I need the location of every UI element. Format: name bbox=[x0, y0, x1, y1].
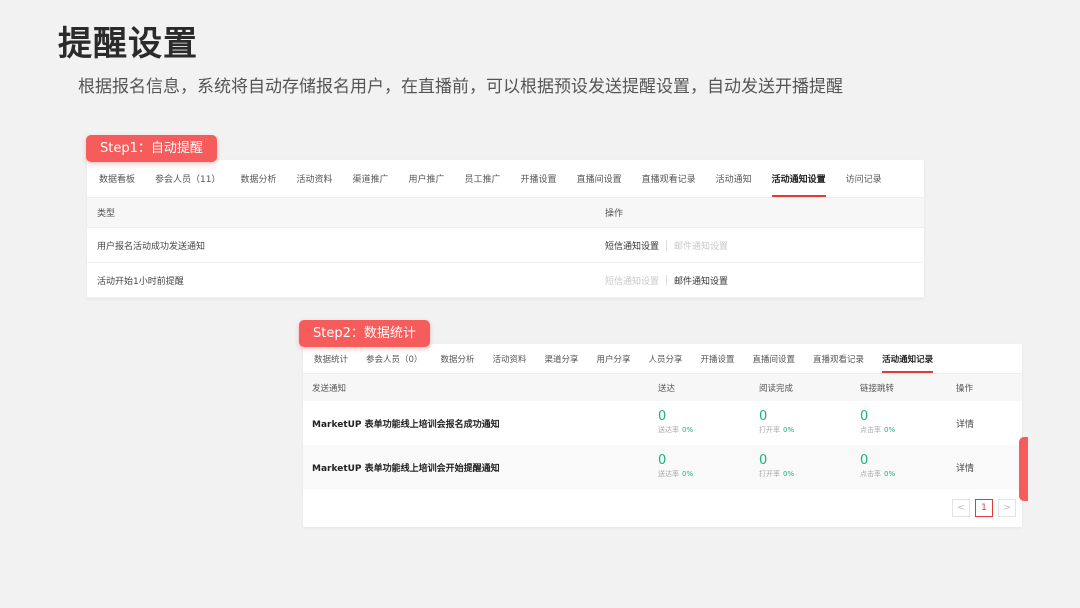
read-count: 0 bbox=[759, 409, 768, 424]
step1-table-header: 类型 操作 bbox=[87, 198, 924, 228]
delivered-rate-label: 送达率 bbox=[658, 470, 679, 478]
tab-event-notifications[interactable]: 活动通知 bbox=[716, 160, 752, 197]
click-rate-label: 点击率 bbox=[860, 426, 881, 434]
delivered-rate: 0% bbox=[682, 426, 694, 434]
tab-notification-records[interactable]: 活动通知记录 bbox=[882, 344, 934, 373]
step1-tab-bar: 数据看板 参会人员（11） 数据分析 活动资料 渠道推广 用户推广 员工推广 开… bbox=[87, 160, 924, 198]
tab-channel-promotion[interactable]: 渠道推广 bbox=[353, 160, 389, 197]
page-subtitle: 根据报名信息，系统将自动存储报名用户，在直播前，可以根据预设发送提醒设置，自动发… bbox=[78, 77, 843, 97]
header-action: 操作 bbox=[605, 209, 624, 219]
header-notification: 发送通知 bbox=[312, 383, 347, 394]
tab-user-promotion[interactable]: 用户推广 bbox=[409, 160, 445, 197]
step2-panel: 数据统计 参会人员（0） 数据分析 活动资料 渠道分享 用户分享 人员分享 开播… bbox=[303, 344, 1022, 527]
side-feedback-tab[interactable] bbox=[1019, 437, 1028, 501]
notification-name: MarketUP 表单功能线上培训会开始提醒通知 bbox=[312, 463, 500, 474]
header-type: 类型 bbox=[97, 209, 116, 219]
step1-panel: 数据看板 参会人员（11） 数据分析 活动资料 渠道推广 用户推广 员工推广 开… bbox=[87, 160, 924, 298]
tab-data-analysis[interactable]: 数据分析 bbox=[440, 344, 474, 373]
click-rate-label: 点击率 bbox=[860, 470, 881, 478]
tab-watch-records[interactable]: 直播观看记录 bbox=[642, 160, 696, 197]
page-title: 提醒设置 bbox=[58, 24, 198, 64]
table-row: 用户报名活动成功发送通知 短信通知设置 邮件通知设置 bbox=[87, 228, 924, 263]
delivered-rate-label: 送达率 bbox=[658, 426, 679, 434]
tab-visit-records[interactable]: 访问记录 bbox=[846, 160, 882, 197]
detail-link[interactable]: 详情 bbox=[956, 464, 974, 474]
step1-tag: Step1：自动提醒 bbox=[86, 135, 217, 162]
header-click: 链接跳转 bbox=[860, 383, 895, 394]
tab-notification-settings[interactable]: 活动通知设置 bbox=[771, 160, 826, 197]
tab-event-materials[interactable]: 活动资料 bbox=[492, 344, 526, 373]
header-delivered: 送达 bbox=[658, 383, 676, 394]
delivered-count: 0 bbox=[658, 453, 667, 468]
tab-data-board[interactable]: 数据看板 bbox=[99, 160, 135, 197]
open-rate: 0% bbox=[783, 470, 795, 478]
delivered-count: 0 bbox=[658, 409, 667, 424]
detail-link[interactable]: 详情 bbox=[956, 420, 974, 430]
click-rate: 0% bbox=[884, 470, 896, 478]
tab-attendees[interactable]: 参会人员（11） bbox=[155, 160, 220, 197]
tab-user-share[interactable]: 用户分享 bbox=[596, 344, 630, 373]
open-rate-label: 打开率 bbox=[759, 470, 780, 478]
sms-settings-link[interactable]: 短信通知设置 bbox=[605, 274, 659, 287]
tab-data-stats[interactable]: 数据统计 bbox=[314, 344, 348, 373]
tab-staff-promotion[interactable]: 员工推广 bbox=[465, 160, 501, 197]
step2-table-header: 发送通知 送达 阅读完成 链接跳转 操作 bbox=[303, 374, 1022, 401]
page-1-button[interactable]: 1 bbox=[975, 499, 993, 517]
header-action: 操作 bbox=[956, 383, 974, 394]
tab-staff-share[interactable]: 人员分享 bbox=[649, 344, 683, 373]
table-row: 活动开始1小时前提醒 短信通知设置 邮件通知设置 bbox=[87, 263, 924, 298]
click-count: 0 bbox=[860, 453, 869, 468]
divider bbox=[666, 274, 668, 286]
tab-attendees[interactable]: 参会人员（0） bbox=[366, 344, 422, 373]
email-settings-link[interactable]: 邮件通知设置 bbox=[674, 274, 728, 287]
tab-broadcast-settings[interactable]: 开播设置 bbox=[701, 344, 735, 373]
tab-event-materials[interactable]: 活动资料 bbox=[296, 160, 332, 197]
tab-data-analysis[interactable]: 数据分析 bbox=[240, 160, 276, 197]
read-count: 0 bbox=[759, 453, 768, 468]
notification-name: MarketUP 表单功能线上培训会报名成功通知 bbox=[312, 419, 500, 430]
email-settings-link[interactable]: 邮件通知设置 bbox=[674, 239, 728, 252]
tab-room-settings[interactable]: 直播间设置 bbox=[753, 344, 796, 373]
pagination: < 1 > bbox=[952, 499, 1016, 517]
row-type: 用户报名活动成功发送通知 bbox=[97, 241, 206, 252]
row-type: 活动开始1小时前提醒 bbox=[97, 276, 184, 287]
open-rate: 0% bbox=[783, 426, 795, 434]
open-rate-label: 打开率 bbox=[759, 426, 780, 434]
prev-page-button[interactable]: < bbox=[952, 499, 970, 517]
click-count: 0 bbox=[860, 409, 869, 424]
tab-channel-share[interactable]: 渠道分享 bbox=[544, 344, 578, 373]
step2-tag: Step2：数据统计 bbox=[299, 320, 430, 347]
header-read: 阅读完成 bbox=[759, 383, 794, 394]
tab-room-settings[interactable]: 直播间设置 bbox=[577, 160, 622, 197]
click-rate: 0% bbox=[884, 426, 896, 434]
divider bbox=[666, 239, 668, 251]
tab-watch-records[interactable]: 直播观看记录 bbox=[813, 344, 864, 373]
table-row: MarketUP 表单功能线上培训会开始提醒通知 0 送达率 0% 0 打开率 0%… bbox=[303, 445, 1022, 489]
next-page-button[interactable]: > bbox=[998, 499, 1016, 517]
table-row: MarketUP 表单功能线上培训会报名成功通知 0 送达率 0% 0 打开率 0%… bbox=[303, 401, 1022, 445]
tab-broadcast-settings[interactable]: 开播设置 bbox=[521, 160, 557, 197]
delivered-rate: 0% bbox=[682, 470, 694, 478]
step2-tab-bar: 数据统计 参会人员（0） 数据分析 活动资料 渠道分享 用户分享 人员分享 开播… bbox=[303, 344, 1022, 374]
sms-settings-link[interactable]: 短信通知设置 bbox=[605, 239, 659, 252]
